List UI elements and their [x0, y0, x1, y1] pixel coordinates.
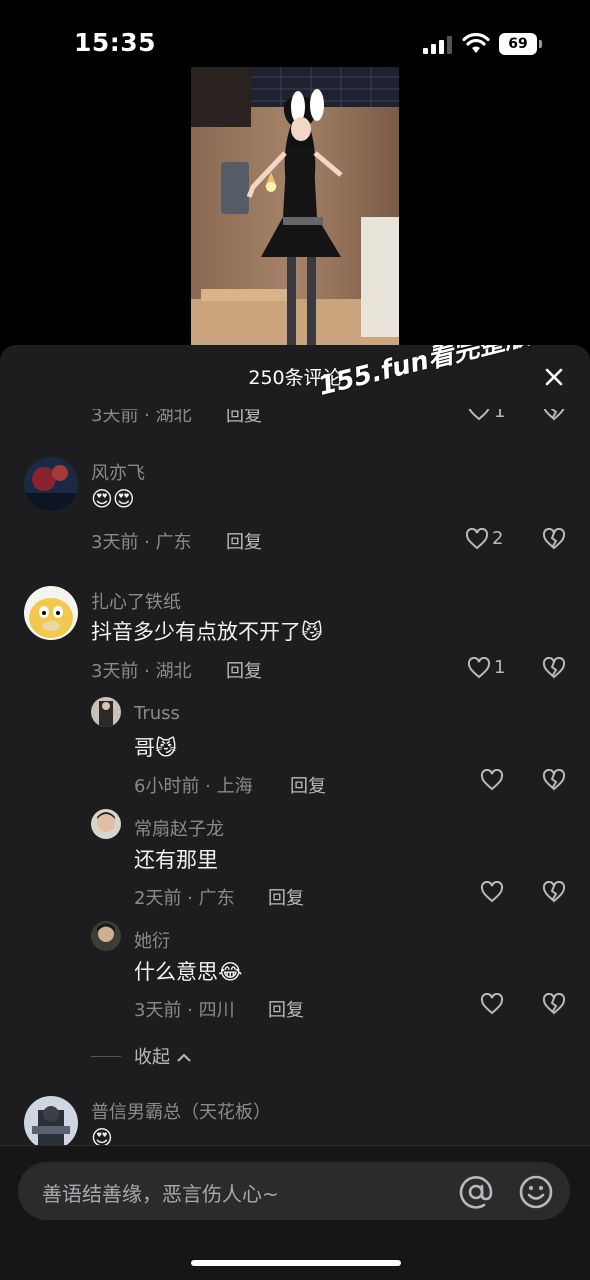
broken-heart-icon[interactable]: [542, 993, 566, 1015]
comment-input-bar: 善语结善缘，恶言伤人心~: [0, 1145, 590, 1280]
comment-meta: 3天前 · 广东: [91, 532, 192, 553]
avatar[interactable]: [24, 586, 78, 640]
avatar[interactable]: [91, 809, 121, 839]
comment-text: 😍: [91, 1126, 113, 1145]
battery-icon: 69: [499, 33, 543, 55]
video-frame-image: [191, 67, 399, 352]
reply-meta: 3天前 · 四川: [134, 1000, 235, 1021]
reply-meta: 2天前 · 广东: [134, 888, 235, 909]
wifi-icon: [462, 33, 490, 53]
broken-heart-icon[interactable]: [542, 528, 566, 550]
collapse-divider: [91, 1056, 121, 1057]
reply-meta: 6小时前 · 上海: [134, 776, 253, 797]
emoji-icon[interactable]: [518, 1174, 554, 1210]
home-indicator: [191, 1260, 401, 1266]
close-icon[interactable]: [540, 363, 568, 391]
heart-icon[interactable]: [480, 993, 504, 1015]
avatar[interactable]: [91, 697, 121, 727]
reply-button[interactable]: 回复: [290, 772, 326, 798]
heart-icon[interactable]: [465, 528, 489, 550]
collapse-replies-button[interactable]: 收起: [134, 1043, 192, 1069]
reply-button[interactable]: 回复: [268, 884, 304, 910]
reply-username[interactable]: 她衍: [134, 927, 170, 953]
comments-sheet: 3天前 · 湖北 回复 1 风亦飞 😍😍 3天前 · 广东 回复 2 扎心了铁纸…: [0, 345, 590, 1280]
battery-level: 69: [499, 33, 537, 55]
at-icon[interactable]: [458, 1174, 494, 1210]
reply-button[interactable]: 回复: [268, 996, 304, 1022]
reply-button[interactable]: 回复: [226, 657, 262, 683]
reply-username[interactable]: 常扇赵子龙: [134, 815, 224, 841]
like-count: 2: [492, 528, 504, 549]
comment-meta: 3天前 · 湖北: [91, 661, 192, 682]
comment-username[interactable]: 普信男霸总（天花板）: [91, 1098, 271, 1124]
avatar[interactable]: [91, 921, 121, 951]
avatar[interactable]: [24, 457, 78, 511]
avatar[interactable]: [24, 1096, 78, 1145]
comment-text: 😍😍: [91, 487, 135, 511]
input-placeholder: 善语结善缘，恶言伤人心~: [42, 1182, 279, 1206]
collapse-label: 收起: [134, 1047, 170, 1068]
comment-text: 抖音多少有点放不开了😼: [91, 620, 323, 644]
comment-input[interactable]: 善语结善缘，恶言伤人心~: [18, 1162, 570, 1220]
chevron-up-icon: [177, 1053, 191, 1062]
comment-count-title: 250条评论: [248, 367, 342, 389]
signal-icon: [423, 36, 452, 54]
heart-icon[interactable]: [467, 657, 491, 679]
reply-text: 什么意思😂: [134, 960, 243, 984]
video-thumbnail[interactable]: [191, 67, 399, 352]
comment-list[interactable]: 3天前 · 湖北 回复 1 风亦飞 😍😍 3天前 · 广东 回复 2 扎心了铁纸…: [0, 345, 590, 1145]
reply-button[interactable]: 回复: [226, 528, 262, 554]
heart-icon[interactable]: [480, 881, 504, 903]
status-time: 15:35: [74, 28, 157, 57]
like-count: 1: [494, 657, 506, 678]
broken-heart-icon[interactable]: [542, 769, 566, 791]
reply-username[interactable]: Truss: [134, 703, 180, 724]
heart-icon[interactable]: [480, 769, 504, 791]
comment-username[interactable]: 风亦飞: [91, 459, 145, 485]
broken-heart-icon[interactable]: [542, 881, 566, 903]
comment-username[interactable]: 扎心了铁纸: [91, 588, 181, 614]
reply-text: 哥😼: [134, 736, 177, 760]
reply-text: 还有那里: [134, 848, 218, 872]
broken-heart-icon[interactable]: [542, 657, 566, 679]
